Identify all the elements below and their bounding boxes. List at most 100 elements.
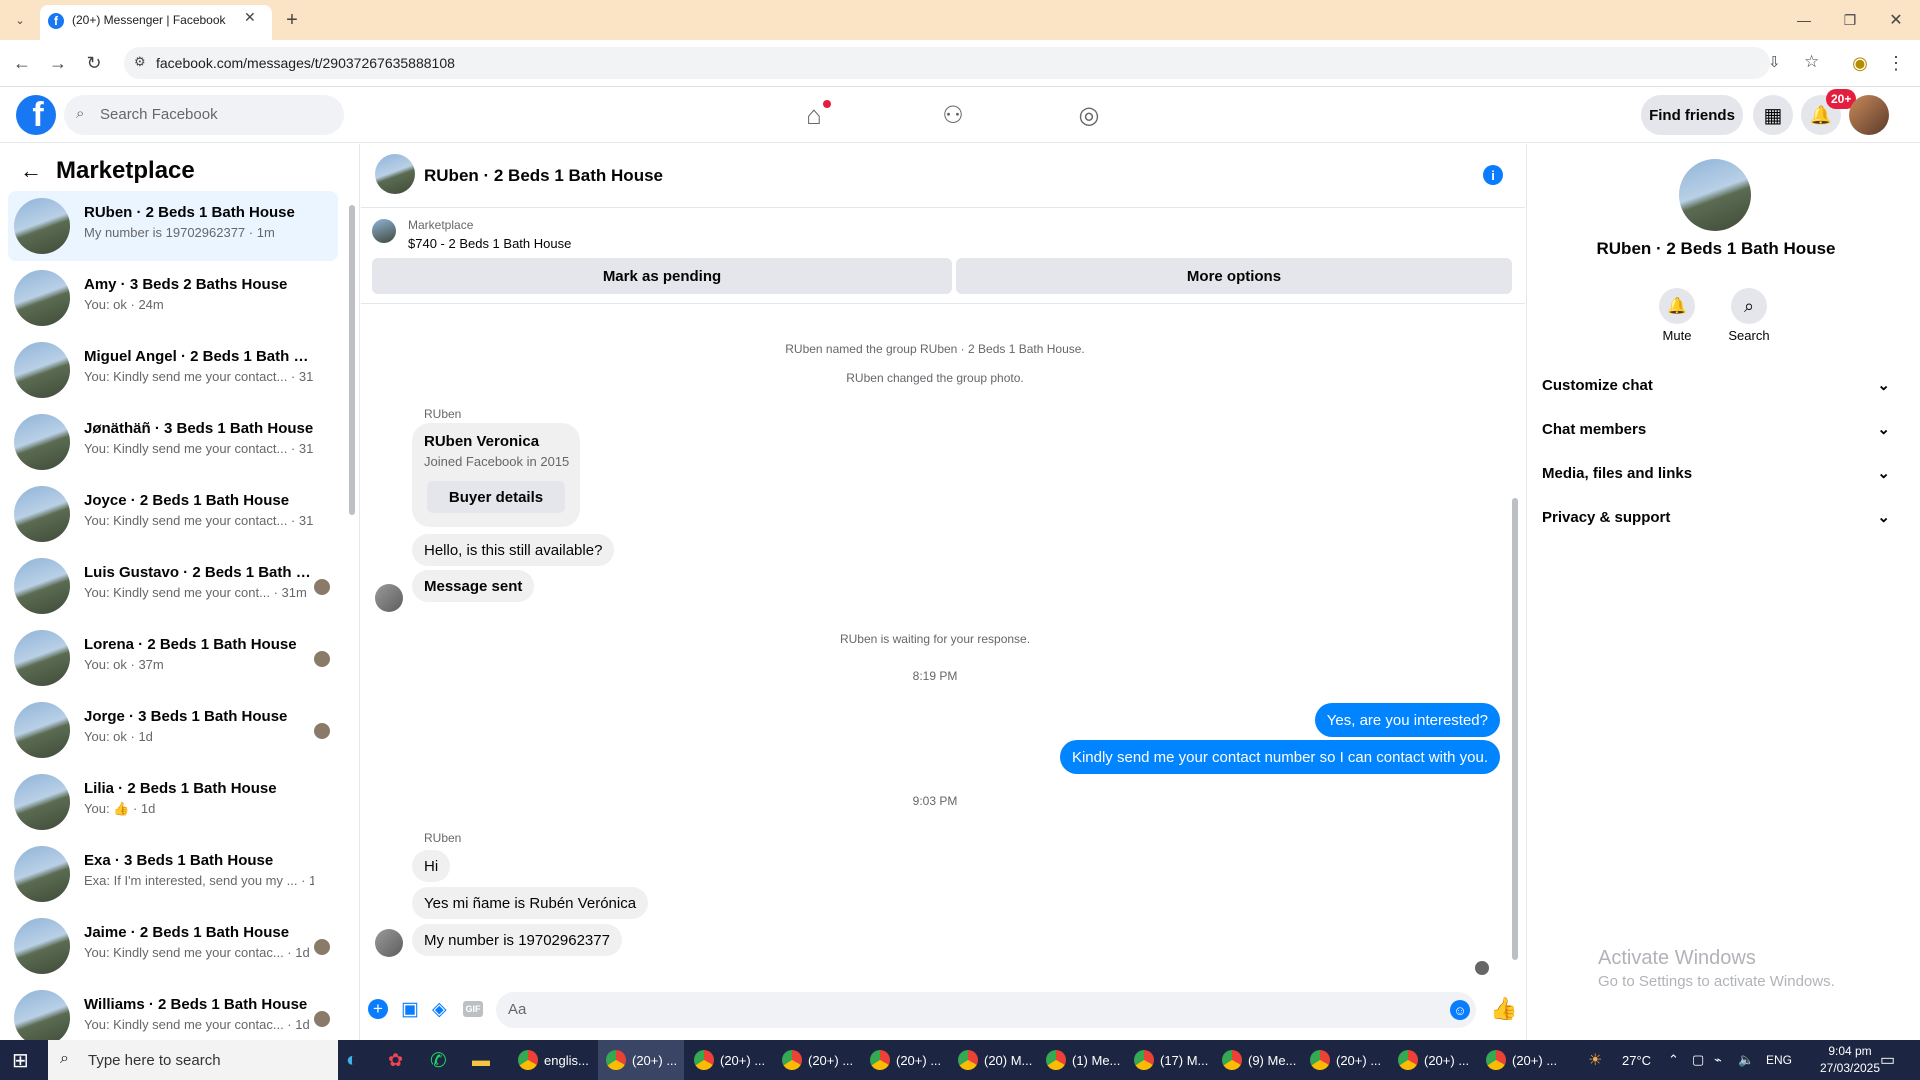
conversation-item[interactable]: Jønäthäñ · 3 Beds 1 Bath House You: Kindl… — [8, 407, 338, 477]
conversation-item[interactable]: Lorena · 2 Beds 1 Bath House You: ok · 37… — [8, 623, 338, 693]
forward-icon[interactable]: → — [46, 51, 70, 75]
info-icon[interactable]: i — [1483, 165, 1503, 185]
section-media-files[interactable]: Media, files and links ⌄ — [1542, 461, 1890, 485]
restore-icon[interactable]: ❐ — [1838, 8, 1862, 32]
weather-temp[interactable]: 27°C — [1622, 1040, 1651, 1080]
taskbar-app[interactable]: (1) Me... — [1038, 1040, 1124, 1080]
my-message-bubble[interactable]: Kindly send me your contact number so I … — [1059, 740, 1500, 774]
conversation-item[interactable]: Lilia · 2 Beds 1 Bath House You: 👍 · 1d — [8, 767, 338, 837]
taskbar-app[interactable]: (9) Me... — [1214, 1040, 1300, 1080]
tray-meet-icon[interactable]: ▢ — [1692, 1040, 1704, 1080]
section-privacy-support[interactable]: Privacy & support ⌄ — [1542, 505, 1890, 529]
groups-icon[interactable]: ◎ — [1073, 100, 1105, 130]
taskbar-app[interactable]: (20+) ... — [1478, 1040, 1564, 1080]
group-photo[interactable] — [1679, 159, 1751, 231]
bookmark-star-icon[interactable]: ☆ — [1804, 52, 1819, 72]
taskbar-app[interactable]: (20+) ... — [686, 1040, 772, 1080]
url-bar[interactable]: ⚙ facebook.com/messages/t/29037267635888… — [124, 47, 1819, 79]
message-bubble[interactable]: Message sent — [412, 570, 535, 602]
mute-bell-icon[interactable]: 🔔 — [1659, 288, 1695, 324]
tray-chevron-icon[interactable]: ⌃ — [1668, 1040, 1679, 1080]
listing-thumbnail[interactable] — [372, 219, 396, 243]
site-info-icon[interactable]: ⚙ — [134, 54, 146, 70]
sticker-icon[interactable]: ◈ — [432, 998, 447, 1021]
edge-icon[interactable]: ◐ — [346, 1040, 370, 1080]
conversation-item[interactable]: Luis Gustavo · 2 Beds 1 Bath H... You: Ki… — [8, 551, 338, 621]
conversation-item[interactable]: Exa · 3 Beds 1 Bath House Exa: If I'm int… — [8, 839, 338, 909]
language-indicator[interactable]: ENG — [1766, 1040, 1792, 1080]
app-icon[interactable]: ✿ — [388, 1040, 412, 1080]
chat-scrollbar[interactable] — [1512, 498, 1518, 960]
taskbar-app[interactable]: (20+) ... — [862, 1040, 948, 1080]
weather-icon[interactable]: ☀ — [1588, 1040, 1602, 1080]
conversation-item[interactable]: Joyce · 2 Beds 1 Bath House You: Kindly s… — [8, 479, 338, 549]
list-scrollbar[interactable] — [349, 205, 355, 515]
chat-header-avatar[interactable] — [375, 154, 415, 194]
message-bubble[interactable]: My number is 19702962377 — [412, 924, 622, 956]
chat-title[interactable]: RUben · 2 Beds 1 Bath House — [424, 166, 663, 186]
start-icon[interactable]: ⊞ — [12, 1040, 36, 1080]
account-avatar[interactable] — [1849, 95, 1889, 135]
header-divider — [361, 207, 1525, 208]
facebook-search[interactable]: ⌕ Search Facebook — [64, 95, 344, 135]
taskbar-app[interactable]: (17) M... — [1126, 1040, 1212, 1080]
taskbar-app[interactable]: (20+) ... — [774, 1040, 860, 1080]
section-chat-members[interactable]: Chat members ⌄ — [1542, 417, 1890, 441]
tab-search-icon[interactable]: ⌄ — [8, 8, 32, 32]
conversation-item[interactable]: Amy · 3 Beds 2 Baths House You: ok · 24m — [8, 263, 338, 333]
browser-tab[interactable]: f (20+) Messenger | Facebook ✕ — [40, 5, 272, 40]
conversation-item[interactable]: RUben · 2 Beds 1 Bath House My number is … — [8, 191, 338, 261]
taskbar-app[interactable]: (20+) ... — [1390, 1040, 1476, 1080]
install-icon[interactable]: ⇩ — [1768, 53, 1781, 71]
whatsapp-icon[interactable]: ✆ — [430, 1040, 454, 1080]
section-customize-chat[interactable]: Customize chat ⌄ — [1542, 373, 1890, 397]
new-tab-icon[interactable]: + — [280, 8, 304, 32]
taskbar-app[interactable]: (20+) ... — [1302, 1040, 1388, 1080]
my-message-bubble[interactable]: Yes, are you interested? — [1314, 703, 1500, 737]
listing-title[interactable]: $740 - 2 Beds 1 Bath House — [408, 236, 571, 251]
sender-avatar[interactable] — [375, 584, 403, 612]
taskbar-app[interactable]: (20+) ... — [598, 1040, 684, 1080]
conversation-preview: You: Kindly send me your contac... · 1d — [84, 1017, 310, 1032]
search-conversation-icon[interactable]: ⌕ — [1731, 288, 1767, 324]
taskbar-app-label: englis... — [544, 1052, 589, 1068]
message-bubble[interactable]: Hello, is this still available? — [412, 534, 615, 566]
profile-icon[interactable]: ◉ — [1848, 51, 1872, 75]
thumbs-up-icon[interactable]: 👍 — [1490, 996, 1517, 1022]
buyer-details-button[interactable]: Buyer details — [427, 481, 565, 513]
taskbar-search[interactable]: ⌕ Type here to search — [48, 1040, 338, 1080]
volume-icon[interactable]: 🔈 — [1738, 1040, 1754, 1080]
gif-icon[interactable]: GIF — [463, 1001, 483, 1017]
back-arrow-icon[interactable]: ← — [20, 158, 42, 184]
find-friends-button[interactable]: Find friends — [1641, 95, 1743, 135]
browser-menu-icon[interactable]: ⋮ — [1884, 51, 1908, 75]
close-window-icon[interactable]: ✕ — [1884, 8, 1908, 32]
tab-close-icon[interactable]: ✕ — [244, 9, 256, 26]
emoji-icon[interactable]: ☺ — [1450, 1000, 1470, 1020]
photo-icon[interactable]: ▣ — [401, 998, 419, 1021]
message-bubble[interactable]: Yes mi ñame is Rubén Verónica — [412, 887, 649, 919]
taskbar-app[interactable]: (20) M... — [950, 1040, 1036, 1080]
marketplace-label: Marketplace — [408, 218, 474, 232]
file-explorer-icon[interactable]: ▬ — [472, 1040, 496, 1080]
taskbar-app[interactable]: englis... — [510, 1040, 596, 1080]
sender-avatar[interactable] — [375, 929, 403, 957]
network-icon[interactable]: ⌁ — [1714, 1040, 1722, 1080]
friends-icon[interactable]: ⚇ — [937, 100, 969, 130]
more-options-button[interactable]: More options — [956, 258, 1512, 294]
conversation-preview: You: Kindly send me your contact... · 31… — [84, 441, 314, 456]
add-plus-icon[interactable]: + — [368, 999, 388, 1019]
back-icon[interactable]: ← — [10, 51, 34, 75]
message-input[interactable]: Aa ☺ — [496, 992, 1476, 1028]
message-bubble[interactable]: Hi — [412, 850, 451, 882]
chrome-icon — [518, 1050, 538, 1070]
reload-icon[interactable]: ↻ — [82, 51, 106, 75]
conversation-item[interactable]: Jorge · 3 Beds 1 Bath House You: ok · 1d — [8, 695, 338, 765]
menu-grid-icon[interactable]: ▦ — [1753, 95, 1793, 135]
notification-center-icon[interactable]: ▭ — [1880, 1040, 1895, 1080]
conversation-item[interactable]: Miguel Angel · 2 Beds 1 Bath Ho... You: K… — [8, 335, 338, 405]
facebook-logo[interactable]: f — [16, 95, 56, 135]
mark-pending-button[interactable]: Mark as pending — [372, 258, 952, 294]
minimize-icon[interactable]: — — [1792, 8, 1816, 32]
conversation-item[interactable]: Jaime · 2 Beds 1 Bath House You: Kindly s… — [8, 911, 338, 981]
